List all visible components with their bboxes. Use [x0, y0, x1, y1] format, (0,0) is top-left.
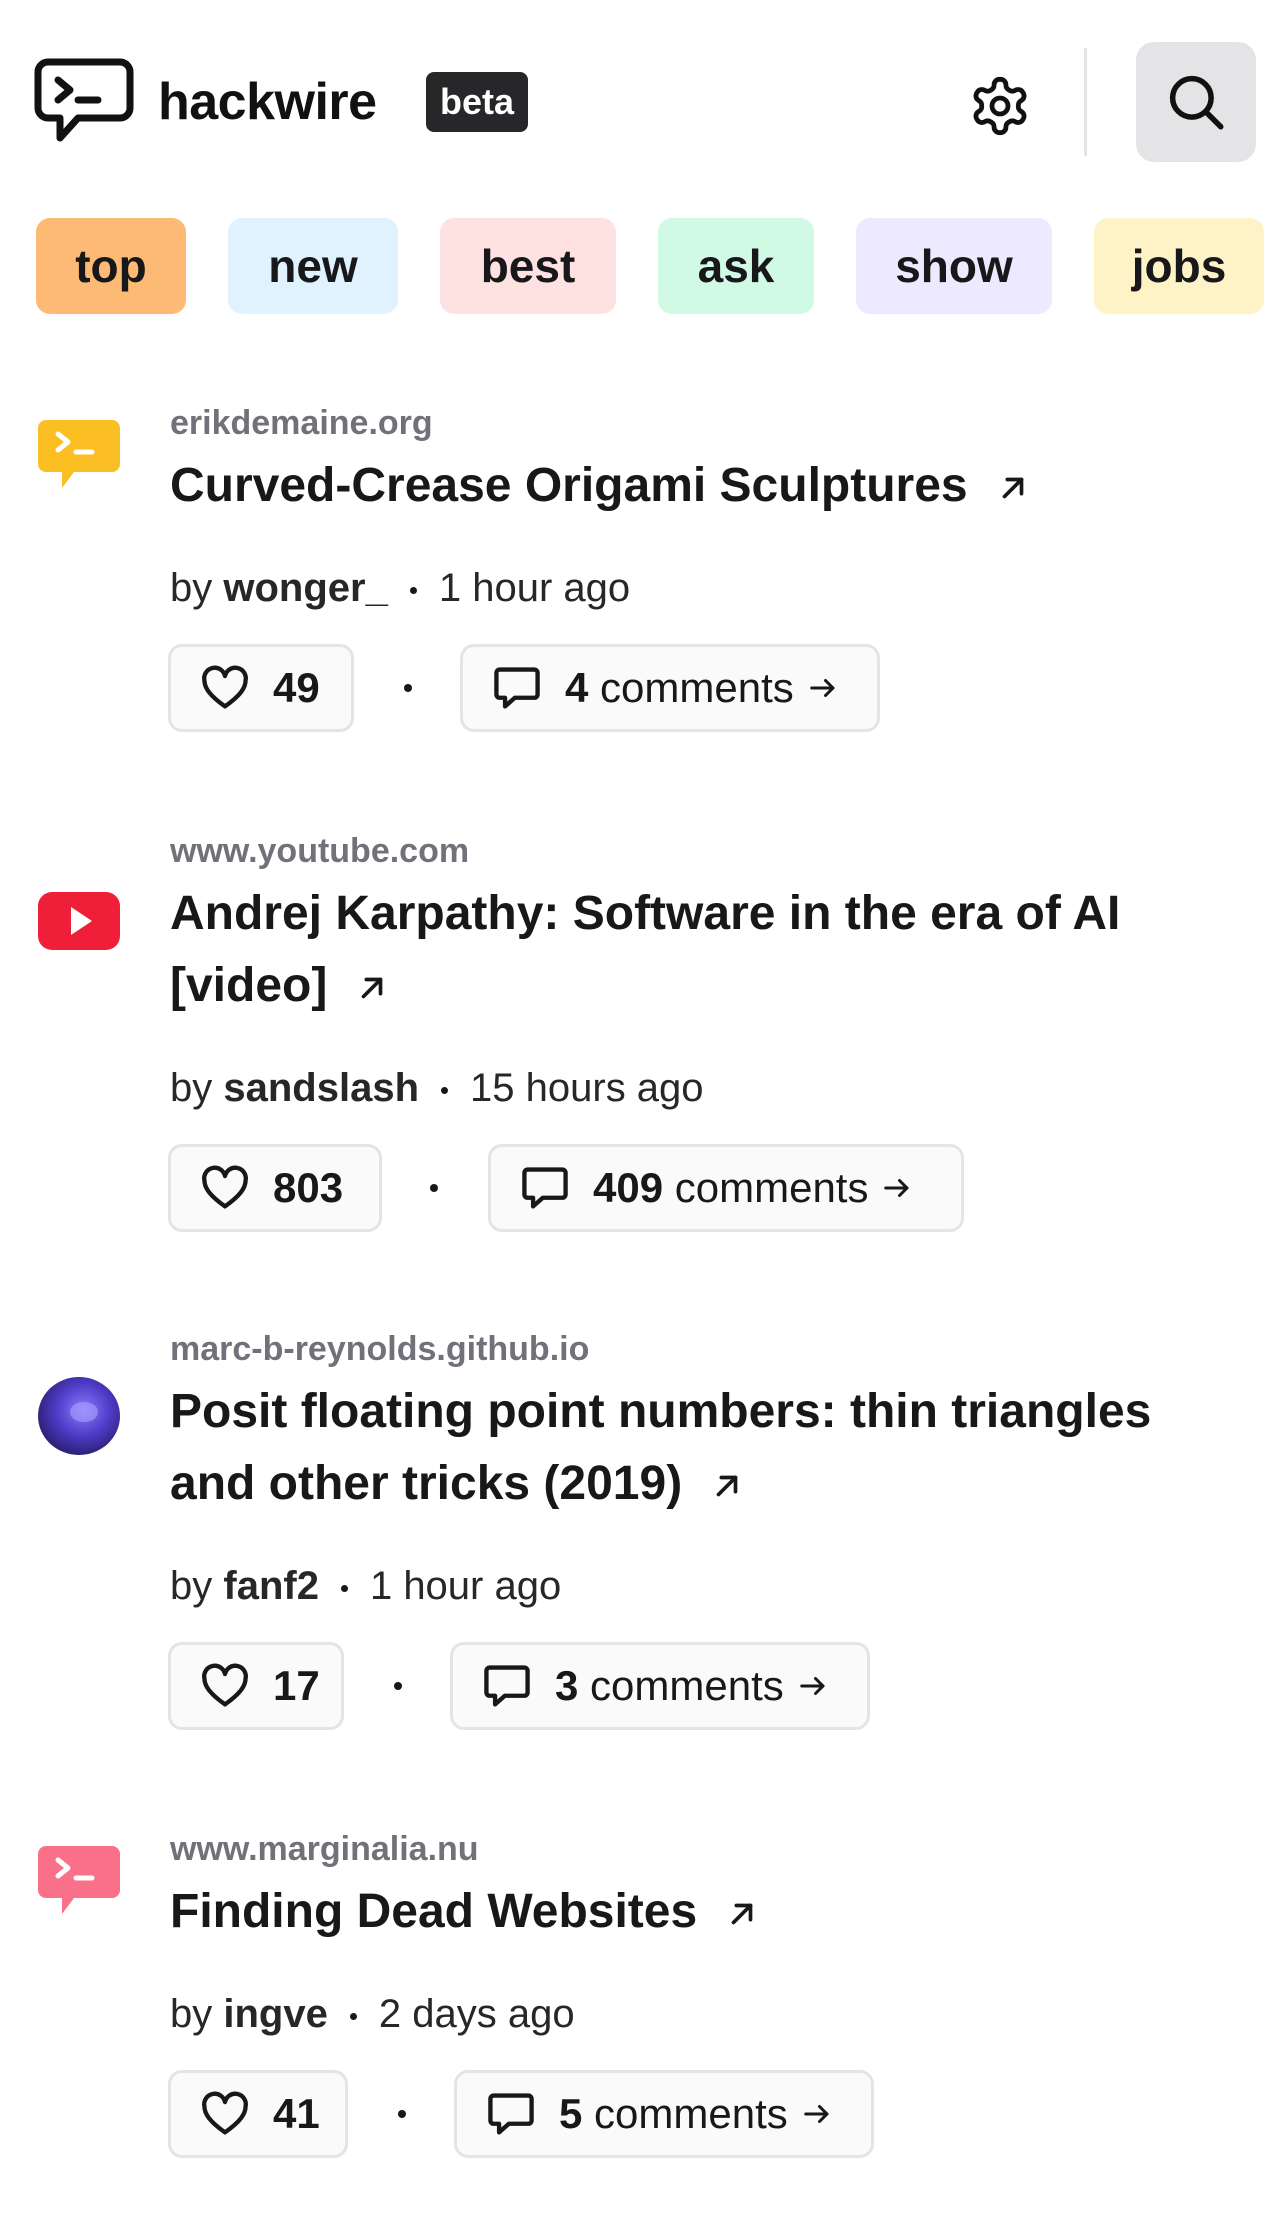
- tab-new[interactable]: new: [228, 218, 398, 314]
- gear-icon: [973, 76, 1027, 136]
- app-title[interactable]: hackwire: [158, 72, 377, 132]
- story-meta: by fanf2 1 hour ago: [170, 1564, 562, 1608]
- comments-button[interactable]: 3 comments: [450, 1642, 870, 1730]
- youtube-icon: [38, 892, 120, 950]
- comments-count: 5: [559, 2090, 583, 2137]
- header-divider: [1084, 48, 1087, 156]
- heart-icon: [202, 1165, 248, 1209]
- external-link-icon: [362, 977, 383, 999]
- heart-icon: [202, 2091, 248, 2135]
- comments-button[interactable]: 409 comments: [488, 1144, 964, 1232]
- comments-button[interactable]: 4 comments: [460, 644, 880, 732]
- story-author[interactable]: sandslash: [223, 1066, 419, 1110]
- beta-badge: beta: [426, 72, 529, 132]
- heart-icon: [202, 665, 248, 709]
- story-title[interactable]: Andrej Karpathy: Software in the era of …: [170, 878, 1220, 1022]
- comment-bubble-icon: [522, 1167, 568, 1209]
- story-time: 2 days ago: [378, 1992, 575, 2036]
- comment-bubble-icon: [484, 1665, 530, 1707]
- comment-bubble-icon: [488, 2093, 534, 2135]
- terminal-chat-logo-icon[interactable]: [34, 58, 134, 148]
- story-time: 1 hour ago: [438, 566, 631, 610]
- tab-top[interactable]: top: [36, 218, 186, 314]
- points-count: 41: [273, 2090, 320, 2137]
- settings-button[interactable]: [955, 66, 1045, 146]
- points-count: 49: [273, 664, 320, 711]
- comments-count: 3: [555, 1662, 579, 1709]
- arrow-right-icon: [804, 2105, 829, 2123]
- story-domain[interactable]: www.youtube.com: [170, 832, 469, 871]
- story-item: www.youtube.com Andrej Karpathy: Softwar…: [0, 828, 1284, 1232]
- tab-jobs[interactable]: jobs: [1094, 218, 1264, 314]
- terminal-chat-icon: [38, 1846, 120, 1914]
- arrow-right-icon: [800, 1677, 825, 1695]
- story-time: 1 hour ago: [369, 1564, 562, 1608]
- comments-button[interactable]: 5 comments: [454, 2070, 874, 2158]
- story-domain[interactable]: marc-b-reynolds.github.io: [170, 1330, 589, 1369]
- arrow-right-icon: [810, 679, 835, 697]
- story-actions: 17 3 comments: [168, 1642, 1168, 1730]
- search-icon: [1169, 75, 1224, 130]
- comment-bubble-icon: [494, 667, 540, 709]
- comments-count: 409: [593, 1164, 664, 1211]
- points-count: 803: [273, 1164, 344, 1211]
- story-title[interactable]: Posit floating point numbers: thin trian…: [170, 1376, 1220, 1520]
- story-time: 15 hours ago: [470, 1066, 704, 1110]
- points-count: 17: [273, 1662, 320, 1709]
- feed-tabs: top new best ask show jobs: [36, 218, 1264, 314]
- upvote-button[interactable]: 49: [168, 644, 354, 732]
- story-meta: by sandslash 15 hours ago: [170, 1066, 704, 1110]
- story-item: marc-b-reynolds.github.io Posit floating…: [0, 1326, 1284, 1730]
- story-item: erikdemaine.org Curved-Crease Origami Sc…: [0, 400, 1284, 740]
- story-author[interactable]: ingve: [223, 1992, 327, 2036]
- external-link-icon: [731, 1903, 753, 1925]
- story-item: www.marginalia.nu Finding Dead Websites …: [0, 1826, 1284, 2166]
- story-author[interactable]: wonger_: [223, 566, 387, 610]
- tab-show[interactable]: show: [856, 218, 1052, 314]
- story-actions: 41 5 comments: [168, 2070, 1168, 2158]
- tab-ask[interactable]: ask: [658, 218, 814, 314]
- arrow-right-icon: [884, 1179, 909, 1197]
- story-meta: by wonger_ 1 hour ago: [170, 566, 631, 610]
- search-button[interactable]: [1136, 42, 1256, 162]
- story-meta: by ingve 2 days ago: [170, 1992, 575, 2036]
- external-link-icon: [716, 1475, 738, 1497]
- tab-best[interactable]: best: [440, 218, 616, 314]
- comments-count: 4: [565, 664, 589, 711]
- story-domain[interactable]: erikdemaine.org: [170, 404, 433, 443]
- upvote-button[interactable]: 41: [168, 2070, 348, 2158]
- upvote-button[interactable]: 803: [168, 1144, 382, 1232]
- story-domain[interactable]: www.marginalia.nu: [170, 1830, 479, 1869]
- story-title[interactable]: Curved-Crease Origami Sculptures: [170, 450, 1220, 522]
- story-actions: 803 409 comments: [168, 1144, 1168, 1232]
- heart-icon: [202, 1663, 248, 1707]
- upvote-button[interactable]: 17: [168, 1642, 344, 1730]
- story-actions: 49 4 comments: [168, 644, 1168, 732]
- story-author[interactable]: fanf2: [223, 1564, 319, 1608]
- app-header: hackwire beta: [0, 0, 1284, 200]
- external-link-icon: [1002, 477, 1023, 499]
- terminal-chat-icon: [38, 420, 120, 488]
- story-title[interactable]: Finding Dead Websites: [170, 1876, 1220, 1948]
- sphere-favicon-icon: [38, 1377, 120, 1455]
